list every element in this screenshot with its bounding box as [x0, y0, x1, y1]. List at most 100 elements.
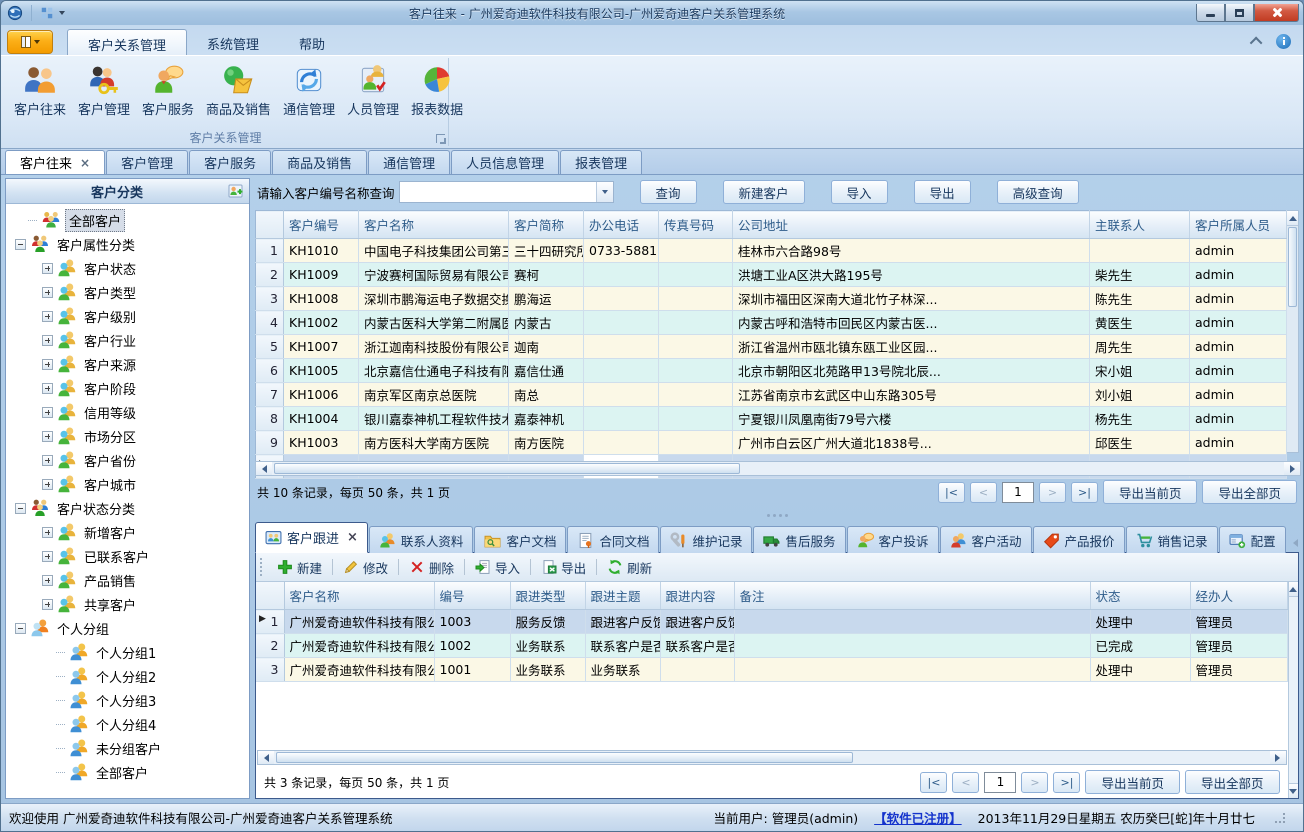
tree-item-customer-industry[interactable]: 客户行业 [6, 328, 249, 352]
customer-row[interactable]: 7KH1006南京军区南京总医院南总江苏省南京市玄武区中山东路305号刘小姐ad… [256, 383, 1287, 407]
ribbon-button-customer-contacts[interactable]: 客户往来 [9, 61, 71, 129]
prev-page-button[interactable]: < [952, 772, 979, 793]
expand-icon[interactable] [42, 455, 53, 466]
detail-tab-sales-records[interactable]: 销售记录 [1126, 526, 1218, 553]
tree-item-customer-status[interactable]: 客户状态 [6, 256, 249, 280]
customer-row[interactable]: 8KH1004银川嘉泰神机工程软件技术有限公司嘉泰神机宁夏银川凤凰南街79号六楼… [256, 407, 1287, 431]
expand-icon[interactable] [42, 407, 53, 418]
last-page-button[interactable]: >| [1071, 482, 1098, 503]
ribbon-button-products-sales[interactable]: 商品及销售 [201, 61, 276, 129]
tree-item-personal-group-4[interactable]: 个人分组4 [6, 712, 249, 736]
page-number-input[interactable] [1002, 482, 1034, 503]
toolbar-edit-button[interactable]: 修改 [336, 555, 395, 580]
expand-icon[interactable] [42, 359, 53, 370]
tree-item-customer-province[interactable]: 客户省份 [6, 448, 249, 472]
column-header[interactable]: 客户名称 [284, 582, 434, 610]
toolbar-new-button[interactable]: 新建 [270, 555, 329, 580]
menu-tab-crm-management[interactable]: 客户关系管理 [67, 29, 187, 55]
scroll-left-icon[interactable] [258, 751, 274, 764]
tree-item-customer-type[interactable]: 客户类型 [6, 280, 249, 304]
resize-grip[interactable] [1275, 813, 1285, 823]
expand-icon[interactable] [42, 551, 53, 562]
customer-row[interactable]: 2KH1009宁波赛柯国际贸易有限公司赛柯洪塘工业A区洪大路195号柴先生adm… [256, 263, 1287, 287]
tree-item-personal-groups[interactable]: 个人分组 [6, 616, 249, 640]
column-header[interactable]: 传真号码 [659, 211, 733, 239]
combo-dropdown-button[interactable] [596, 182, 613, 202]
scroll-right-icon[interactable] [1270, 751, 1286, 764]
followup-vertical-scrollbar[interactable] [1288, 582, 1299, 798]
scroll-down-icon[interactable] [1289, 783, 1299, 798]
expand-icon[interactable] [42, 263, 53, 274]
tree-item-customer-attribute-category[interactable]: 客户属性分类 [6, 232, 249, 256]
tree-item-product-sales[interactable]: 产品销售 [6, 568, 249, 592]
first-page-button[interactable]: |< [920, 772, 947, 793]
tree-item-customer-status-category[interactable]: 客户状态分类 [6, 496, 249, 520]
tree-item-market-region[interactable]: 市场分区 [6, 424, 249, 448]
last-page-button[interactable]: >| [1053, 772, 1080, 793]
detail-tab-maintenance-records[interactable]: 维护记录 [660, 526, 752, 553]
export-all-pages-button[interactable]: 导出全部页 [1202, 480, 1297, 504]
collapse-icon[interactable] [15, 239, 26, 250]
column-header[interactable]: 客户所属人员 [1190, 211, 1287, 239]
column-header[interactable]: 客户名称 [359, 211, 509, 239]
close-tab-icon[interactable]: × [80, 156, 90, 170]
doc-tab-products-sales[interactable]: 商品及销售 [272, 150, 367, 174]
ribbon-button-customer-management[interactable]: 客户管理 [73, 61, 135, 129]
minimize-button[interactable] [1196, 4, 1225, 22]
scrollbar-thumb[interactable] [274, 463, 740, 474]
license-status-link[interactable]: 【软件已注册】 [874, 808, 962, 827]
expand-icon[interactable] [42, 527, 53, 538]
customer-row[interactable]: 9KH1003南方医科大学南方医院南方医院广州市白云区广州大道北1838号...… [256, 431, 1287, 455]
tree-item-personal-group-2[interactable]: 个人分组2 [6, 664, 249, 688]
advanced-query-button[interactable]: 高级查询 [997, 180, 1079, 204]
customers-vertical-scrollbar[interactable] [1287, 210, 1299, 453]
column-header[interactable]: 备注 [734, 582, 1090, 610]
detail-tab-customer-complaints[interactable]: 客户投诉 [847, 526, 939, 553]
followup-row[interactable]: ▶1广州爱奇迪软件科技有限公司1003服务反馈跟进客户反馈...跟进客户反馈..… [256, 610, 1287, 634]
collapse-ribbon-icon[interactable] [1250, 37, 1263, 50]
doc-tab-personnel-info-management[interactable]: 人员信息管理 [451, 150, 559, 174]
tree-item-personal-group-3[interactable]: 个人分组3 [6, 688, 249, 712]
detail-tab-contact-info[interactable]: 联系人资料 [369, 526, 474, 553]
toolbar-export-button[interactable]: 导出 [534, 555, 593, 580]
column-header[interactable]: 主联系人 [1090, 211, 1190, 239]
tab-scroll-left-icon[interactable] [1293, 539, 1298, 547]
toolbar-refresh-button[interactable]: 刷新 [600, 555, 659, 580]
tree-item-customer-source[interactable]: 客户来源 [6, 352, 249, 376]
export-current-page-button[interactable]: 导出当前页 [1103, 480, 1198, 504]
ribbon-button-customer-service[interactable]: 客户服务 [137, 61, 199, 129]
column-header[interactable]: 编号 [434, 582, 510, 610]
page-number-input[interactable] [984, 772, 1016, 793]
customer-row[interactable]: 4KH1002内蒙古医科大学第二附属医院内蒙古内蒙古呼和浩特市回民区内蒙古医..… [256, 311, 1287, 335]
close-button[interactable] [1254, 4, 1299, 22]
doc-tab-customer-contacts[interactable]: 客户往来× [5, 150, 105, 174]
scroll-up-icon[interactable] [1289, 582, 1299, 597]
detail-tab-customer-documents[interactable]: 客户文档 [474, 526, 566, 553]
app-menu-button[interactable] [7, 30, 53, 54]
prev-page-button[interactable]: < [970, 482, 997, 503]
tree-item-customer-city[interactable]: 客户城市 [6, 472, 249, 496]
customer-row[interactable]: 6KH1005北京嘉信仕通电子科技有限公司嘉信仕通北京市朝阳区北苑路甲13号院北… [256, 359, 1287, 383]
expand-icon[interactable] [42, 479, 53, 490]
followup-row[interactable]: 2广州爱奇迪软件科技有限公司1002业务联系联系客户是否...联系客户是否...… [256, 634, 1287, 658]
column-header[interactable]: 办公电话 [584, 211, 659, 239]
detail-tab-config[interactable]: 配置 [1219, 526, 1286, 553]
doc-tab-communication-management[interactable]: 通信管理 [368, 150, 450, 174]
new-customer-button[interactable]: 新建客户 [723, 180, 805, 204]
detail-tab-product-quotes[interactable]: 产品报价 [1033, 526, 1125, 553]
export-current-page-button[interactable]: 导出当前页 [1085, 770, 1180, 794]
export-all-pages-button[interactable]: 导出全部页 [1185, 770, 1280, 794]
customers-horizontal-scrollbar[interactable] [255, 461, 1301, 476]
splitter-handle[interactable] [255, 508, 1299, 522]
customer-search-input[interactable] [400, 182, 596, 202]
query-button[interactable]: 查询 [640, 180, 697, 204]
expand-icon[interactable] [42, 575, 53, 586]
tree-item-customer-stage[interactable]: 客户阶段 [6, 376, 249, 400]
tree-item-new-customers[interactable]: 新增客户 [6, 520, 249, 544]
scroll-up-icon[interactable] [1287, 211, 1298, 226]
scroll-left-icon[interactable] [256, 462, 272, 475]
doc-tab-report-management[interactable]: 报表管理 [560, 150, 642, 174]
column-header[interactable]: 客户简称 [509, 211, 584, 239]
followup-row[interactable]: 3广州爱奇迪软件科技有限公司1001业务联系业务联系处理中管理员 [256, 658, 1287, 682]
close-tab-icon[interactable]: × [347, 530, 358, 545]
